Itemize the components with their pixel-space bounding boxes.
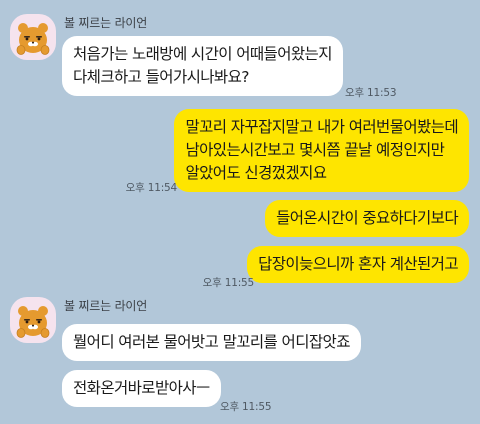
message-timestamp: 오후 11:54 [125,182,178,194]
message-line: 처음가는 노래방에 시간이 어때들어왔는지 [73,45,332,63]
message-timestamp: 오후 11:53 [345,87,397,99]
incoming-message-bubble[interactable]: 뭘어디 여러본 물어밧고 말꼬리를 어디잡앗죠 [62,324,361,361]
message-line: 알았어도 신경껐겠지요 [185,164,327,182]
sender-avatar[interactable] [10,14,56,60]
outgoing-message-bubble[interactable]: 말꼬리 자꾸잡지말고 내가 여러번물어봤는데 남아있는시간보고 몇시쯤 끝날 예… [174,109,469,192]
message-line: 들어온시간이 중요하다기보다 [276,209,459,227]
message-line: 말꼬리 자꾸잡지말고 내가 여러번물어봤는데 [185,118,458,136]
message-line: 뭘어디 여러본 물어밧고 말꼬리를 어디잡앗죠 [73,333,350,351]
message-line: 답장이늦으니까 혼자 계산된거고 [258,255,459,273]
ryan-character-icon [16,306,50,338]
message-timestamp: 오후 11:55 [202,277,255,289]
sender-name: 볼 찌르는 라이언 [64,16,148,30]
incoming-message-bubble[interactable]: 처음가는 노래방에 시간이 어때들어왔는지 다체크하고 들어가시나봐요? [62,36,343,96]
message-line: 다체크하고 들어가시나봐요? [73,68,249,86]
ryan-character-icon [16,23,50,55]
outgoing-message-bubble[interactable]: 들어온시간이 중요하다기보다 [265,200,469,237]
sender-name: 볼 찌르는 라이언 [64,299,148,313]
sender-avatar[interactable] [10,297,56,343]
message-line: 전화온거바로받아사ㅡ [73,379,210,397]
message-line: 남아있는시간보고 몇시쯤 끝날 예정인지만 [185,141,445,159]
outgoing-message-bubble[interactable]: 답장이늦으니까 혼자 계산된거고 [247,246,469,283]
incoming-message-bubble[interactable]: 전화온거바로받아사ㅡ [62,370,221,407]
message-timestamp: 오후 11:55 [220,401,272,413]
